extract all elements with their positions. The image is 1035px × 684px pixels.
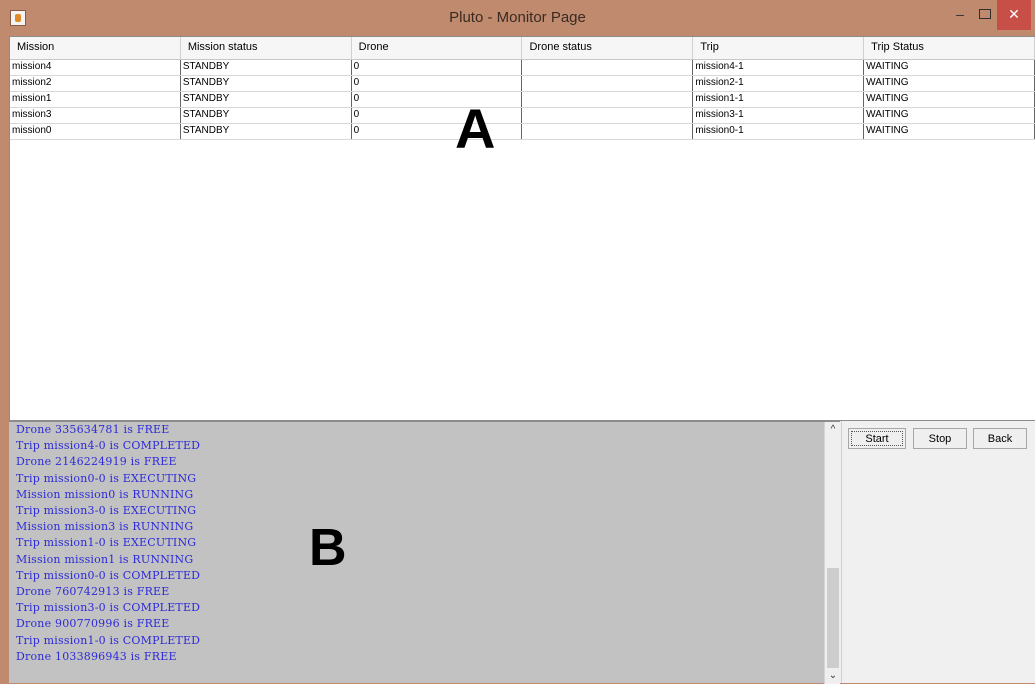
maximize-icon[interactable] — [975, 0, 995, 30]
stop-button[interactable]: Stop — [913, 428, 967, 449]
header-trip-status[interactable]: Trip Status — [864, 37, 1035, 59]
table-cell[interactable]: mission4-1 — [693, 60, 865, 75]
table-cell[interactable]: mission2 — [10, 76, 181, 91]
back-button[interactable]: Back — [973, 428, 1027, 449]
overlay-label-b: B — [309, 519, 347, 577]
start-button[interactable]: Start — [848, 428, 906, 449]
table-cell[interactable]: STANDBY — [181, 76, 352, 91]
title-bar[interactable]: Pluto - Monitor Page – ✕ — [0, 0, 1035, 36]
scroll-up-icon[interactable]: ^ — [825, 424, 841, 438]
table-cell[interactable]: STANDBY — [181, 60, 352, 75]
log-line: Mission mission1 is RUNNING — [16, 552, 194, 566]
log-line: Mission mission0 is RUNNING — [16, 487, 194, 501]
table-cell[interactable] — [522, 92, 694, 107]
log-line: Trip mission1-0 is EXECUTING — [16, 536, 197, 550]
table-row[interactable]: mission4 STANDBY 0 mission4-1 WAITING — [10, 60, 1035, 76]
table-cell[interactable]: mission0-1 — [693, 124, 865, 139]
table-cell[interactable]: STANDBY — [181, 92, 352, 107]
close-icon[interactable]: ✕ — [997, 0, 1031, 30]
log-line: Drone 1033896943 is FREE — [16, 649, 177, 663]
header-mission-status[interactable]: Mission status — [181, 37, 352, 59]
monitor-window: Pluto - Monitor Page – ✕ Mission Mission… — [0, 0, 1035, 684]
header-trip[interactable]: Trip — [693, 37, 865, 59]
log-line: Drone 335634781 is FREE — [16, 423, 170, 436]
log-scrollbar[interactable]: ^ ⌄ — [824, 422, 840, 684]
table-cell[interactable] — [522, 60, 694, 75]
table-cell[interactable]: STANDBY — [181, 108, 352, 123]
log-line: Drone 2146224919 is FREE — [16, 455, 177, 469]
log-line: Mission mission3 is RUNNING — [16, 520, 194, 534]
button-panel: Start Stop Back — [841, 421, 1035, 683]
table-row[interactable]: mission1 STANDBY 0 mission1-1 WAITING — [10, 92, 1035, 108]
scroll-down-icon[interactable]: ⌄ — [825, 670, 841, 684]
table-cell[interactable]: STANDBY — [181, 124, 352, 139]
log-line: Drone 760742913 is FREE — [16, 585, 170, 599]
header-drone-status[interactable]: Drone status — [522, 37, 694, 59]
table-cell[interactable] — [522, 76, 694, 91]
table-cell[interactable] — [522, 108, 694, 123]
table-header: Mission Mission status Drone Drone statu… — [10, 37, 1035, 60]
table-cell[interactable]: mission1 — [10, 92, 181, 107]
log-lines: Drone 335634781 is FREE Trip mission4-0 … — [16, 422, 200, 665]
scroll-thumb[interactable] — [827, 568, 839, 668]
log-line: Trip mission3-0 is EXECUTING — [16, 504, 197, 518]
table-cell[interactable]: mission3 — [10, 108, 181, 123]
table-cell[interactable]: mission0 — [10, 124, 181, 139]
table-cell[interactable]: WAITING — [864, 108, 1035, 123]
content-frame: Mission Mission status Drone Drone statu… — [9, 36, 1035, 684]
table-cell[interactable]: WAITING — [864, 76, 1035, 91]
table-cell[interactable]: mission4 — [10, 60, 181, 75]
log-line: Trip mission1-0 is COMPLETED — [16, 633, 201, 647]
event-log[interactable]: Drone 335634781 is FREE Trip mission4-0 … — [9, 421, 840, 684]
table-cell[interactable]: 0 — [352, 108, 523, 123]
table-cell[interactable]: mission2-1 — [693, 76, 865, 91]
table-cell[interactable]: WAITING — [864, 124, 1035, 139]
table-row[interactable]: mission0 STANDBY 0 mission0-1 WAITING — [10, 124, 1035, 140]
minimize-icon[interactable]: – — [945, 0, 975, 30]
table-cell[interactable]: 0 — [352, 76, 523, 91]
header-mission[interactable]: Mission — [10, 37, 181, 59]
table-cell[interactable]: WAITING — [864, 60, 1035, 75]
log-line: Trip mission4-0 is COMPLETED — [16, 439, 201, 453]
log-line: Trip mission0-0 is COMPLETED — [16, 568, 201, 582]
table-cell[interactable]: WAITING — [864, 92, 1035, 107]
log-line: Trip mission0-0 is EXECUTING — [16, 471, 197, 485]
table-cell[interactable]: 0 — [352, 60, 523, 75]
table-cell[interactable]: mission1-1 — [693, 92, 865, 107]
monitor-table[interactable]: Mission Mission status Drone Drone statu… — [9, 36, 1035, 421]
log-line: Trip mission3-0 is COMPLETED — [16, 601, 201, 615]
table-cell[interactable]: mission3-1 — [693, 108, 865, 123]
table-cell[interactable] — [522, 124, 694, 139]
table-cell[interactable]: 0 — [352, 92, 523, 107]
overlay-label-a: A — [455, 97, 496, 160]
table-row[interactable]: mission3 STANDBY 0 mission3-1 WAITING — [10, 108, 1035, 124]
table-cell[interactable]: 0 — [352, 124, 523, 139]
header-drone[interactable]: Drone — [352, 37, 523, 59]
window-title: Pluto - Monitor Page — [449, 9, 586, 26]
log-line: Drone 900770996 is FREE — [16, 617, 170, 631]
table-row[interactable]: mission2 STANDBY 0 mission2-1 WAITING — [10, 76, 1035, 92]
